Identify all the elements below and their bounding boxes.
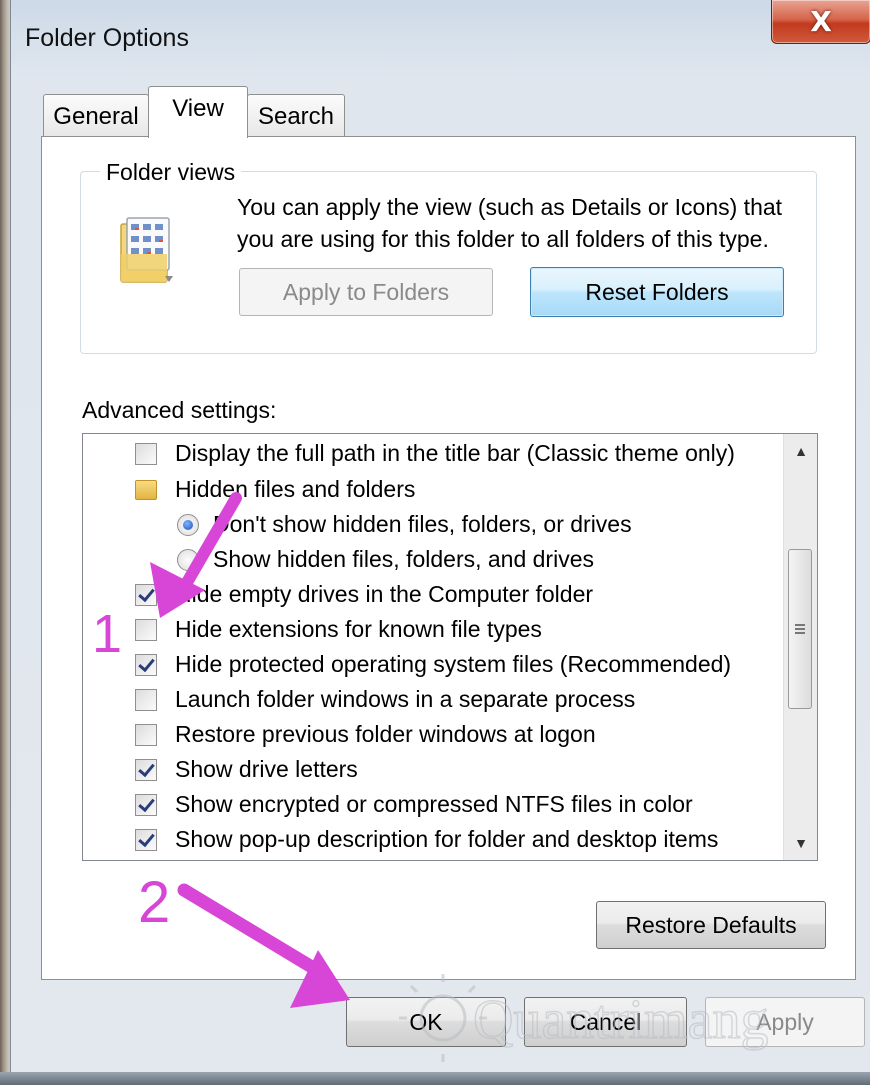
list-item[interactable]: Hide extensions for known file types bbox=[135, 612, 542, 647]
checkbox[interactable] bbox=[135, 618, 157, 641]
restore-defaults-button[interactable]: Restore Defaults bbox=[596, 901, 826, 949]
list-item-label: Restore previous folder windows at logon bbox=[175, 721, 596, 747]
apply-to-folders-button[interactable]: Apply to Folders bbox=[239, 268, 493, 316]
tab-search-label: Search bbox=[257, 102, 335, 130]
list-item-label: Hide empty drives in the Computer folder bbox=[175, 581, 594, 607]
scroll-up-arrow-icon[interactable]: ▲ bbox=[784, 434, 817, 468]
list-item[interactable]: Hide empty drives in the Computer folder bbox=[135, 577, 593, 612]
list-item-label: Don't show hidden files, folders, or dri… bbox=[213, 511, 632, 537]
checkbox[interactable] bbox=[135, 793, 157, 816]
list-item[interactable]: Show pop-up description for folder and d… bbox=[135, 822, 718, 857]
close-button[interactable]: X bbox=[771, 0, 870, 44]
list-item-label: Launch folder windows in a separate proc… bbox=[175, 686, 636, 712]
advanced-settings-list[interactable]: Display the full path in the title bar (… bbox=[82, 433, 818, 861]
list-item[interactable]: Show drive letters bbox=[135, 752, 358, 787]
window-title: Folder Options bbox=[25, 24, 189, 52]
checkbox[interactable] bbox=[135, 688, 157, 711]
folder-view-icon bbox=[120, 217, 173, 283]
list-item-label: Hide extensions for known file types bbox=[175, 616, 542, 642]
folder-views-description: You can apply the view (such as Details … bbox=[237, 194, 783, 252]
list-item[interactable]: Display the full path in the title bar (… bbox=[135, 436, 735, 471]
list-item-label: Hidden files and folders bbox=[175, 476, 416, 502]
scrollbar-thumb[interactable] bbox=[788, 549, 812, 709]
folder-options-window: Folder Options X General View Search Fol… bbox=[10, 0, 870, 1085]
tab-view[interactable]: View bbox=[148, 86, 248, 138]
list-item[interactable]: Show encrypted or compressed NTFS files … bbox=[135, 787, 693, 822]
checkbox[interactable] bbox=[135, 828, 157, 851]
list-item-label: Display the full path in the title bar (… bbox=[175, 440, 735, 466]
cancel-button[interactable]: Cancel bbox=[524, 997, 687, 1047]
list-item[interactable]: Hide protected operating system files (R… bbox=[135, 647, 731, 682]
restore-defaults-label: Restore Defaults bbox=[625, 911, 797, 938]
list-item[interactable]: Restore previous folder windows at logon bbox=[135, 717, 596, 752]
list-item[interactable]: Show hidden files, folders, and drives bbox=[177, 542, 594, 577]
list-item-label: Show pop-up description for folder and d… bbox=[175, 826, 719, 852]
advanced-settings-label: Advanced settings: bbox=[82, 397, 277, 423]
checkbox[interactable] bbox=[135, 653, 157, 676]
apply-button[interactable]: Apply bbox=[705, 997, 865, 1047]
folder-views-label: Folder views bbox=[100, 159, 242, 186]
folder-icon bbox=[135, 479, 157, 500]
close-icon: X bbox=[810, 5, 832, 38]
reset-folders-button[interactable]: Reset Folders bbox=[530, 267, 784, 317]
reset-folders-label: Reset Folders bbox=[585, 278, 729, 305]
list-item[interactable]: Don't show hidden files, folders, or dri… bbox=[177, 507, 632, 542]
apply-label: Apply bbox=[756, 1008, 814, 1035]
list-item: Hidden files and folders bbox=[135, 472, 415, 507]
tab-search[interactable]: Search bbox=[247, 94, 345, 138]
checkbox[interactable] bbox=[135, 723, 157, 746]
tab-view-label: View bbox=[172, 95, 224, 122]
checkbox[interactable] bbox=[135, 583, 157, 606]
tab-general-label: General bbox=[53, 102, 139, 130]
vertical-scrollbar[interactable]: ▲ ▼ bbox=[783, 434, 817, 860]
tab-general[interactable]: General bbox=[43, 94, 149, 138]
apply-to-folders-label: Apply to Folders bbox=[282, 278, 450, 305]
checkbox[interactable] bbox=[135, 758, 157, 781]
grip-icon bbox=[795, 624, 805, 634]
list-item-label: Show drive letters bbox=[175, 756, 358, 782]
cancel-label: Cancel bbox=[569, 1008, 642, 1035]
ok-button[interactable]: OK bbox=[346, 997, 506, 1047]
radio-button[interactable] bbox=[177, 548, 199, 571]
list-item-label: Show encrypted or compressed NTFS files … bbox=[175, 791, 693, 817]
checkbox[interactable] bbox=[135, 442, 157, 465]
scroll-down-arrow-icon[interactable]: ▼ bbox=[784, 826, 817, 860]
list-item-label: Hide protected operating system files (R… bbox=[175, 651, 732, 677]
list-item-label: Show hidden files, folders, and drives bbox=[213, 546, 594, 572]
ok-label: OK bbox=[409, 1008, 443, 1035]
list-item[interactable]: Launch folder windows in a separate proc… bbox=[135, 682, 635, 717]
radio-button[interactable] bbox=[177, 513, 199, 536]
window-bottom-border bbox=[0, 1072, 870, 1085]
view-tab-panel: Folder views You can apply the view (suc… bbox=[41, 136, 856, 980]
